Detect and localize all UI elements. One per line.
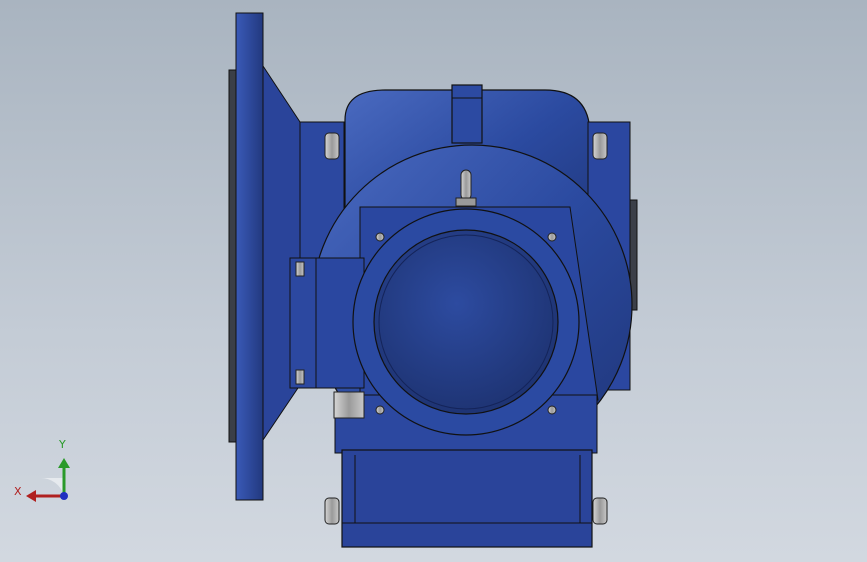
- y-axis-label: Y: [59, 438, 66, 451]
- x-axis-label: X: [14, 485, 22, 498]
- orientation-triad: Y X: [10, 438, 80, 510]
- motor-end-cover[interactable]: [352, 208, 580, 436]
- gear-reducer-model[interactable]: [0, 0, 867, 562]
- graphics-viewport[interactable]: Y X: [0, 0, 867, 562]
- terminal-box[interactable]: [289, 257, 365, 419]
- triad-axes: [26, 458, 70, 502]
